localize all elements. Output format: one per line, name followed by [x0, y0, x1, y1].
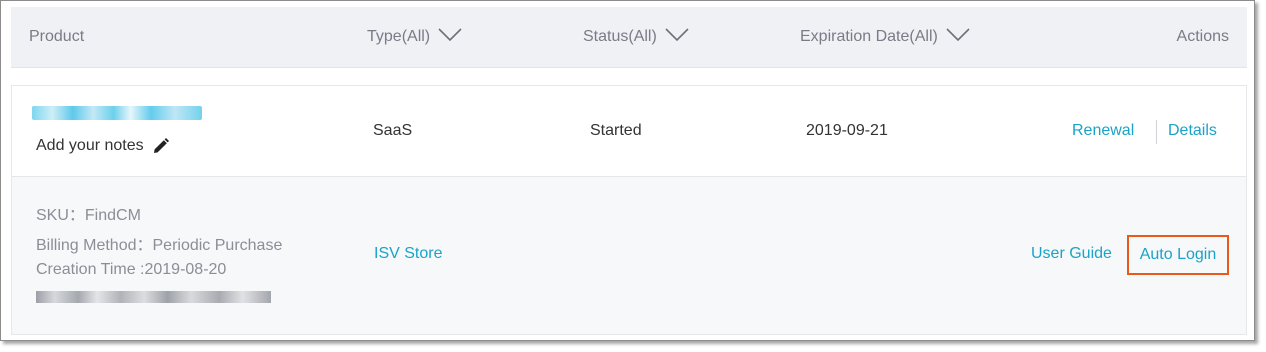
- billing-method-text: Billing Method：Periodic Purchase: [36, 237, 283, 254]
- chevron-down-icon: [438, 27, 462, 47]
- table-row-details: SKU：FindCM Billing Method：Periodic Purch…: [11, 177, 1247, 335]
- redacted-line: [36, 291, 271, 303]
- chevron-down-icon: [946, 27, 970, 47]
- details-link[interactable]: Details: [1168, 122, 1217, 140]
- expiration-date-value: 2019-09-21: [806, 122, 888, 139]
- column-actions-label: Actions: [1176, 28, 1229, 45]
- table-header: Product Type(All) Status(All) Expiration…: [11, 7, 1247, 68]
- window-frame: Product Type(All) Status(All) Expiration…: [0, 0, 1255, 341]
- table-row: Add your notes SaaS Started 2019-09-21 R…: [11, 85, 1247, 177]
- user-guide-link[interactable]: User Guide: [1031, 245, 1112, 263]
- auto-login-label: Auto Login: [1139, 246, 1217, 263]
- column-product-label: Product: [29, 28, 85, 45]
- pencil-icon[interactable]: [152, 137, 170, 155]
- filter-status-label: Status(All): [583, 28, 657, 45]
- filter-type-label: Type(All): [367, 28, 431, 45]
- isv-store-link[interactable]: ISV Store: [374, 245, 442, 263]
- creation-time-text: Creation Time :2019-08-20: [36, 261, 227, 278]
- action-divider: [1156, 120, 1157, 144]
- status-value: Started: [590, 122, 642, 139]
- instance-id-redacted: [32, 106, 202, 120]
- type-value: SaaS: [373, 122, 413, 139]
- renewal-link[interactable]: Renewal: [1072, 122, 1134, 140]
- notes-label: Add your notes: [36, 137, 144, 154]
- filter-type[interactable]: Type(All): [367, 7, 462, 67]
- chevron-down-icon: [665, 27, 689, 47]
- column-product: Product: [29, 7, 84, 67]
- column-actions: Actions: [1177, 7, 1229, 67]
- filter-status[interactable]: Status(All): [583, 7, 689, 67]
- filter-expiration-date[interactable]: Expiration Date(All): [800, 7, 970, 67]
- notes-editor[interactable]: Add your notes: [36, 137, 170, 155]
- auto-login-link[interactable]: Auto Login: [1127, 235, 1229, 275]
- filter-expiration-label: Expiration Date(All): [800, 28, 938, 45]
- sku-text: SKU：FindCM: [36, 207, 141, 224]
